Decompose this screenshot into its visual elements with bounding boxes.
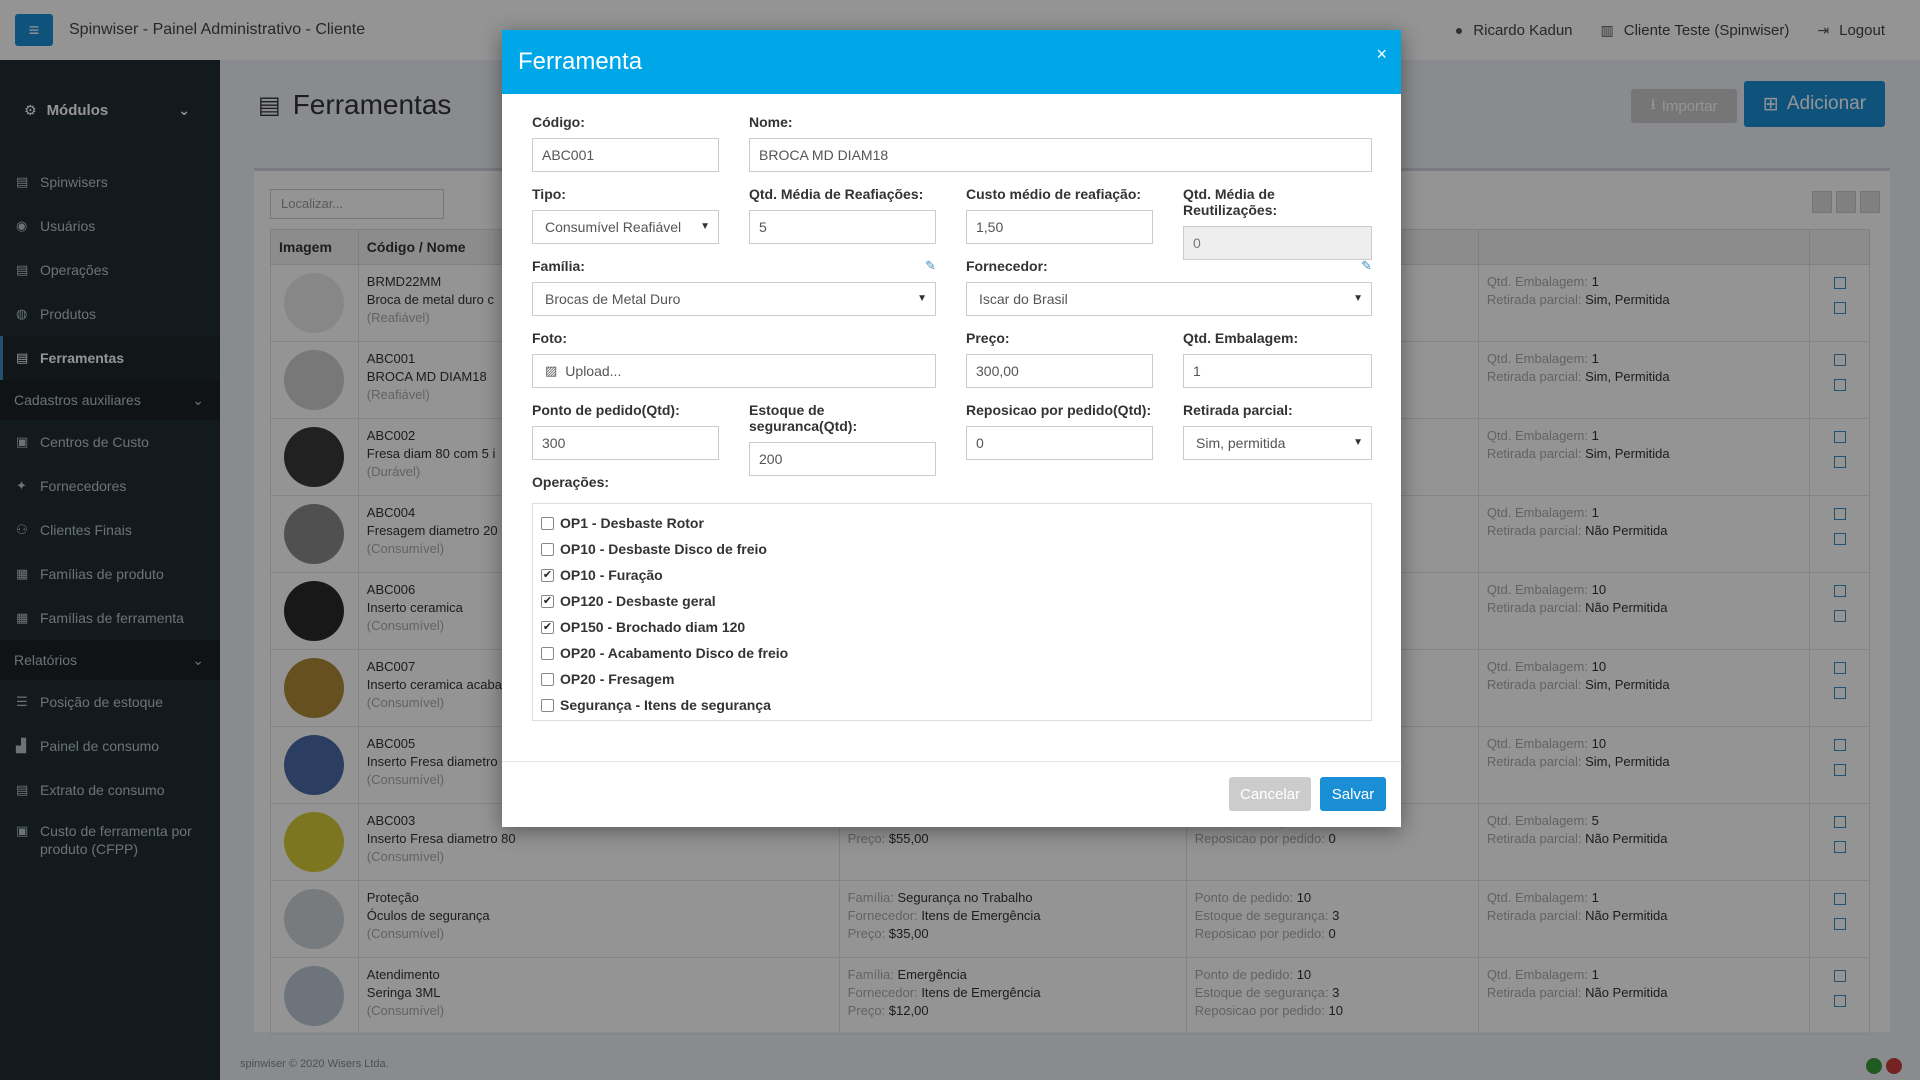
checkbox[interactable]: ✔ xyxy=(541,594,554,608)
ponto-pedido-input[interactable]: 300 xyxy=(532,426,719,460)
operacao-label: OP120 - Desbaste geral xyxy=(560,593,716,609)
modal-header: Ferramenta xyxy=(502,30,1401,94)
upload-label: Upload... xyxy=(565,363,622,379)
retirada-value: Sim, permitida xyxy=(1196,435,1286,451)
nome-input[interactable]: BROCA MD DIAM18 xyxy=(749,138,1372,172)
qtd-reutilizacoes-group: Qtd. Média de Reutilizações: 0 xyxy=(1183,186,1372,260)
reposicao-input[interactable]: 0 xyxy=(966,426,1153,460)
operacao-label: OP150 - Brochado diam 120 xyxy=(560,619,746,635)
operacao-item[interactable]: Segurança - Itens de segurança xyxy=(541,692,1363,718)
operacoes-group: Operações: xyxy=(532,474,609,498)
qtd-embalagem-label: Qtd. Embalagem: xyxy=(1183,330,1299,346)
checkbox[interactable] xyxy=(541,646,554,660)
foto-label: Foto: xyxy=(532,330,567,346)
operacoes-list: OP1 - Desbaste Rotor OP10 - Desbaste Disc… xyxy=(532,503,1372,721)
retirada-select[interactable]: Sim, permitida ▼ xyxy=(1183,426,1372,460)
cancel-button[interactable]: Cancelar xyxy=(1229,777,1311,811)
qtd-reutilizacoes-input: 0 xyxy=(1183,226,1372,260)
preco-input[interactable]: 300,00 xyxy=(966,354,1153,388)
reposicao-group: Reposicao por pedido(Qtd): 0 xyxy=(966,402,1153,460)
retirada-group: Retirada parcial: Sim, permitida ▼ xyxy=(1183,402,1372,460)
codigo-group: Código: ABC001 xyxy=(532,114,719,172)
preco-group: Preço: 300,00 xyxy=(966,330,1153,388)
estoque-seguranca-input[interactable]: 200 xyxy=(749,442,936,476)
familia-select[interactable]: Brocas de Metal Duro ▼ xyxy=(532,282,936,316)
operacao-item[interactable]: OP20 - Fresagem xyxy=(541,666,1363,692)
qtd-reafiacoes-group: Qtd. Média de Reafiações: 5 xyxy=(749,186,936,244)
reposicao-label: Reposicao por pedido(Qtd): xyxy=(966,402,1152,418)
checkbox[interactable]: ✔ xyxy=(541,620,554,634)
operacao-item[interactable]: OP10 - Desbaste Disco de freio xyxy=(541,536,1363,562)
operacoes-label: Operações: xyxy=(532,474,610,490)
save-button[interactable]: Salvar xyxy=(1320,777,1386,811)
caret-down-icon: ▼ xyxy=(917,293,927,304)
operacao-label: OP20 - Acabamento Disco de freio xyxy=(560,645,789,661)
fornecedor-select[interactable]: Iscar do Brasil ▼ xyxy=(966,282,1372,316)
nome-label: Nome: xyxy=(749,114,793,130)
ferramenta-modal: Ferramenta × Código: ABC001 Nome: BROCA … xyxy=(502,30,1401,827)
familia-value: Brocas de Metal Duro xyxy=(545,291,681,307)
close-icon[interactable]: × xyxy=(1376,44,1387,65)
checkbox[interactable] xyxy=(541,542,554,556)
caret-down-icon: ▼ xyxy=(1353,293,1363,304)
estoque-seguranca-label: Estoque de seguranca(Qtd): xyxy=(749,402,858,434)
qtd-reutilizacoes-label: Qtd. Média de Reutilizações: xyxy=(1183,186,1278,218)
operacao-item[interactable]: ✔ OP10 - Furação xyxy=(541,562,1363,588)
qtd-reafiacoes-label: Qtd. Média de Reafiações: xyxy=(749,186,924,202)
checkbox[interactable] xyxy=(541,698,554,712)
operacao-label: OP1 - Desbaste Rotor xyxy=(560,515,704,531)
custo-reafiacao-input[interactable]: 1,50 xyxy=(966,210,1153,244)
operacao-item[interactable]: ✔ OP120 - Desbaste geral xyxy=(541,588,1363,614)
fornecedor-value: Iscar do Brasil xyxy=(979,291,1068,307)
nome-group: Nome: BROCA MD DIAM18 xyxy=(749,114,1372,172)
caret-down-icon: ▼ xyxy=(700,221,710,232)
caret-down-icon: ▼ xyxy=(1353,437,1363,448)
image-icon: ▨ xyxy=(545,363,558,378)
operacao-label: OP10 - Furação xyxy=(560,567,663,583)
tipo-value: Consumível Reafiável xyxy=(545,219,682,235)
upload-button[interactable]: ▨ Upload... xyxy=(532,354,936,388)
operacao-label: Segurança - Itens de segurança xyxy=(560,697,771,713)
tipo-select[interactable]: Consumível Reafiável ▼ xyxy=(532,210,719,244)
qtd-embalagem-input[interactable]: 1 xyxy=(1183,354,1372,388)
tipo-label: Tipo: xyxy=(532,186,566,202)
retirada-label: Retirada parcial: xyxy=(1183,402,1293,418)
operacao-item[interactable]: OP1 - Desbaste Rotor xyxy=(541,510,1363,536)
modal-title: Ferramenta xyxy=(518,48,643,75)
qtd-embalagem-group: Qtd. Embalagem: 1 xyxy=(1183,330,1372,388)
custo-reafiacao-label: Custo médio de reafiação: xyxy=(966,186,1142,202)
fornecedor-group: Fornecedor: ✎ Iscar do Brasil ▼ xyxy=(966,258,1372,316)
codigo-label: Código: xyxy=(532,114,585,130)
operacao-label: OP10 - Desbaste Disco de freio xyxy=(560,541,767,557)
custo-reafiacao-group: Custo médio de reafiação: 1,50 xyxy=(966,186,1153,244)
modal-footer: Cancelar Salvar xyxy=(502,761,1401,827)
operacao-item[interactable]: ✔ OP150 - Brochado diam 120 xyxy=(541,614,1363,640)
operacao-item[interactable]: OP20 - Acabamento Disco de freio xyxy=(541,640,1363,666)
edit-icon[interactable]: ✎ xyxy=(1361,258,1372,274)
checkbox[interactable]: ✔ xyxy=(541,568,554,582)
qtd-reafiacoes-input[interactable]: 5 xyxy=(749,210,936,244)
familia-label: Família: xyxy=(532,258,585,274)
estoque-seguranca-group: Estoque de seguranca(Qtd): 200 xyxy=(749,402,936,476)
checkbox[interactable] xyxy=(541,672,554,686)
tipo-group: Tipo: Consumível Reafiável ▼ xyxy=(532,186,719,244)
checkbox[interactable] xyxy=(541,516,554,530)
modal-body: Código: ABC001 Nome: BROCA MD DIAM18 Tip… xyxy=(502,94,1401,761)
familia-group: Família: ✎ Brocas de Metal Duro ▼ xyxy=(532,258,936,316)
preco-label: Preço: xyxy=(966,330,1010,346)
edit-icon[interactable]: ✎ xyxy=(925,258,936,274)
fornecedor-label: Fornecedor: xyxy=(966,258,1048,274)
ponto-pedido-group: Ponto de pedido(Qtd): 300 xyxy=(532,402,719,460)
ponto-pedido-label: Ponto de pedido(Qtd): xyxy=(532,402,680,418)
foto-group: Foto: ▨ Upload... xyxy=(532,330,936,388)
codigo-input[interactable]: ABC001 xyxy=(532,138,719,172)
operacao-label: OP20 - Fresagem xyxy=(560,671,675,687)
